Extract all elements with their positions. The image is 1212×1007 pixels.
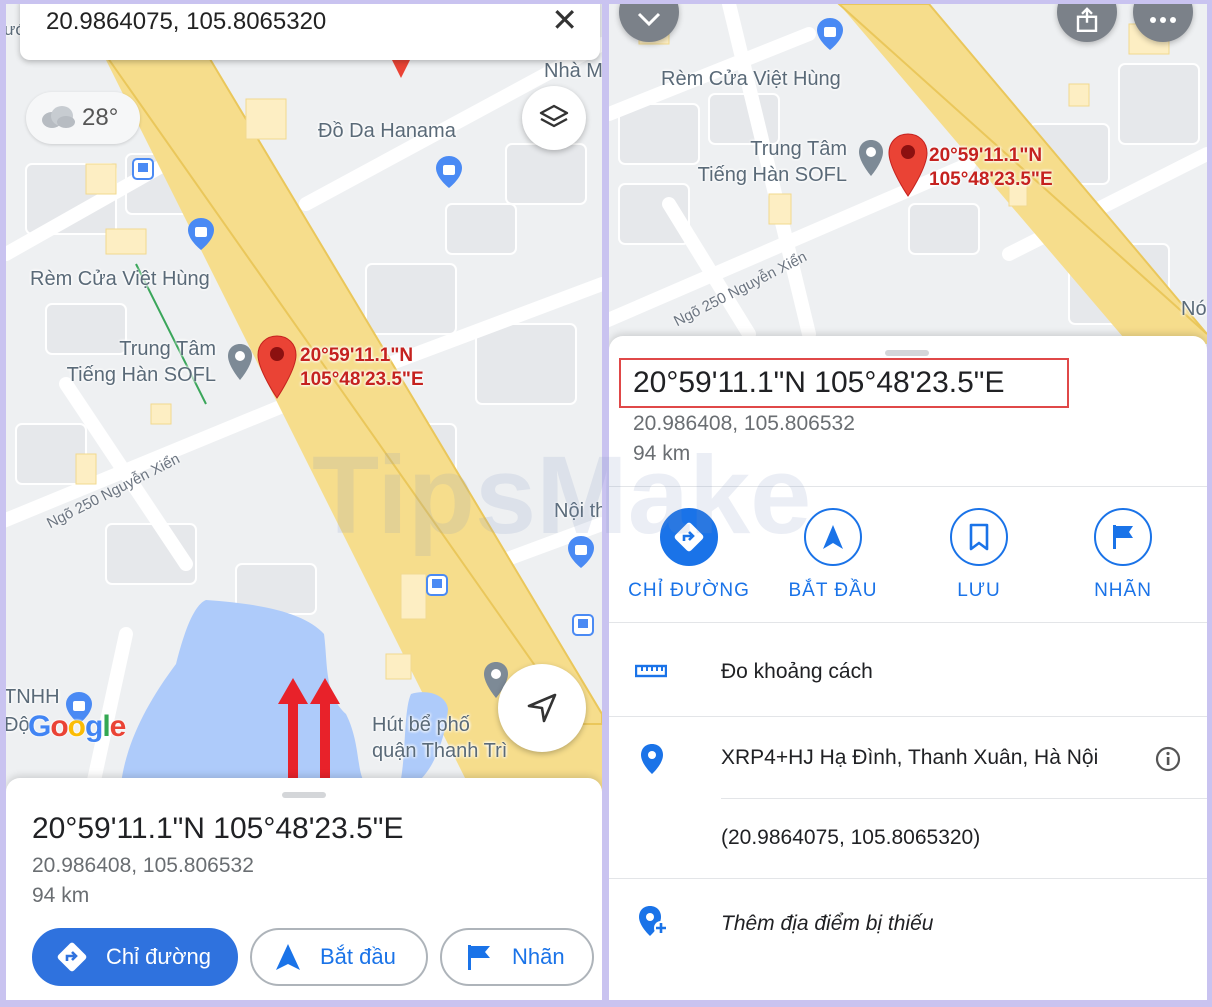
watermark: TipsMake bbox=[312, 434, 812, 557]
map-label-trung-tam[interactable]: Trung Tâm Tiếng Hàn SOFL bbox=[681, 136, 847, 188]
map-label-line: Tiếng Hàn SOFL bbox=[697, 164, 847, 186]
map-label-hut-be[interactable]: Hút bể phố quận Thanh Trì bbox=[372, 712, 518, 764]
map-label-do-da-hanama[interactable]: Đồ Da Hanama bbox=[318, 120, 456, 143]
place-sheet[interactable]: 20°59'11.1"N 105°48'23.5"E 20.986408, 10… bbox=[6, 778, 602, 1000]
coordinates-text[interactable]: (20.9864075, 105.8065320) bbox=[721, 826, 980, 850]
map-label-line: Trung Tâm bbox=[119, 338, 216, 360]
add-missing-place[interactable]: Thêm địa điểm bị thiếu bbox=[721, 912, 933, 936]
divider bbox=[609, 878, 1207, 879]
logo-letter: l bbox=[102, 710, 110, 743]
pin-lng: 105°48'23.5"E bbox=[300, 369, 424, 390]
measure-distance[interactable]: Đo khoảng cách bbox=[721, 660, 873, 684]
shopping-bag-icon[interactable] bbox=[815, 16, 845, 52]
action-label-flag[interactable]: NHÃN bbox=[1053, 508, 1193, 602]
map-label-line: quận Thanh Trì bbox=[372, 740, 508, 762]
directions-icon bbox=[56, 941, 88, 973]
sheet-handle[interactable] bbox=[885, 350, 929, 356]
flag-icon bbox=[1094, 508, 1152, 566]
map-label-line: Tiếng Hàn SOFL bbox=[66, 364, 216, 386]
map-label-rem-cua[interactable]: Rèm Cửa Việt Hùng bbox=[661, 68, 841, 91]
logo-letter: g bbox=[85, 710, 103, 743]
place-title: 20°59'11.1"N 105°48'23.5"E bbox=[32, 812, 404, 845]
logo-letter: o bbox=[67, 710, 86, 743]
annotation-arrow bbox=[310, 678, 340, 784]
start-button[interactable]: Bắt đầu bbox=[250, 928, 428, 986]
place-decimal-coords: 20.986408, 105.806532 bbox=[32, 854, 254, 877]
action-label: LƯU bbox=[957, 580, 1001, 601]
directions-label: Chỉ đường bbox=[106, 944, 211, 969]
pin-lat: 20°59'11.1"N bbox=[300, 345, 414, 366]
google-logo: Google bbox=[28, 710, 127, 744]
ruler-icon bbox=[635, 664, 667, 678]
flag-icon bbox=[464, 942, 494, 972]
weather-chip[interactable]: 28° bbox=[26, 92, 140, 144]
map-label-tnhh: TNHH bbox=[6, 686, 60, 708]
info-icon[interactable] bbox=[1155, 746, 1181, 772]
search-input[interactable]: 20.9864075, 105.8065320 bbox=[46, 8, 326, 36]
pin-lng: 105°48'23.5"E bbox=[929, 169, 1053, 190]
search-box[interactable]: 20.9864075, 105.8065320 ✕ bbox=[20, 4, 600, 60]
dropped-pin-icon[interactable] bbox=[256, 334, 298, 400]
pin-coordinate-label: 20°59'11.1"N 105°48'23.5"E bbox=[929, 144, 1053, 192]
shopping-bag-icon[interactable] bbox=[186, 216, 216, 252]
sheet-handle[interactable] bbox=[282, 792, 326, 798]
share-icon bbox=[1076, 7, 1098, 32]
weather-temperature: 28° bbox=[82, 104, 119, 131]
map-label-do: Độ bbox=[6, 714, 30, 736]
logo-letter: e bbox=[109, 710, 127, 743]
map-label-line: Hút bể phố bbox=[372, 714, 470, 736]
action-label: CHỈ ĐƯỜNG bbox=[628, 580, 750, 601]
action-label: BẮT ĐẦU bbox=[788, 580, 878, 601]
divider bbox=[609, 622, 1207, 623]
action-save[interactable]: LƯU bbox=[909, 508, 1049, 602]
navigation-arrow-icon bbox=[527, 693, 557, 723]
place-title: 20°59'11.1"N 105°48'23.5"E bbox=[633, 366, 1005, 399]
add-location-icon bbox=[639, 906, 668, 936]
divider bbox=[721, 798, 1207, 799]
place-pin-icon[interactable] bbox=[226, 342, 254, 382]
place-distance: 94 km bbox=[32, 884, 90, 907]
directions-button[interactable]: Chỉ đường bbox=[32, 928, 238, 986]
map-label-no: Nó bbox=[1181, 298, 1207, 320]
divider bbox=[609, 716, 1207, 717]
location-pin-icon bbox=[641, 744, 663, 774]
navigation-icon bbox=[804, 508, 862, 566]
close-button[interactable]: ✕ bbox=[551, 4, 578, 36]
navigation-icon bbox=[274, 942, 302, 972]
label-button[interactable]: Nhãn bbox=[440, 928, 594, 986]
bus-stop-icon[interactable] bbox=[132, 158, 154, 180]
map-label-line: Trung Tâm bbox=[750, 138, 847, 160]
bookmark-icon bbox=[950, 508, 1008, 566]
action-label: NHÃN bbox=[1094, 580, 1152, 601]
pin-lat: 20°59'11.1"N bbox=[929, 145, 1043, 166]
cloud-icon bbox=[42, 106, 75, 128]
pin-coordinate-label: 20°59'11.1"N 105°48'23.5"E bbox=[300, 344, 424, 392]
shopping-bag-icon[interactable] bbox=[434, 154, 464, 190]
logo-letter: G bbox=[28, 710, 51, 743]
logo-letter: o bbox=[50, 710, 68, 743]
dropped-pin-icon[interactable] bbox=[887, 132, 929, 198]
bus-stop-icon[interactable] bbox=[572, 614, 594, 636]
annotation-arrow bbox=[278, 678, 308, 784]
start-label: Bắt đầu bbox=[320, 944, 396, 969]
plus-code-address[interactable]: XRP4+HJ Hạ Đình, Thanh Xuân, Hà Nội bbox=[721, 746, 1098, 770]
layers-icon bbox=[539, 104, 569, 128]
layers-button[interactable] bbox=[522, 86, 586, 150]
map-label-nha-m: Nhà M bbox=[544, 60, 602, 82]
map-label-trung-tam[interactable]: Trung Tâm Tiếng Hàn SOFL bbox=[56, 336, 216, 388]
bus-stop-icon[interactable] bbox=[426, 574, 448, 596]
place-pin-icon[interactable] bbox=[857, 138, 885, 178]
map-label-rem-cua[interactable]: Rèm Cửa Việt Hùng bbox=[30, 268, 210, 291]
chevron-down-icon bbox=[637, 12, 661, 27]
my-location-button[interactable] bbox=[498, 664, 586, 752]
more-icon bbox=[1150, 17, 1176, 23]
label-text: Nhãn bbox=[512, 944, 565, 969]
